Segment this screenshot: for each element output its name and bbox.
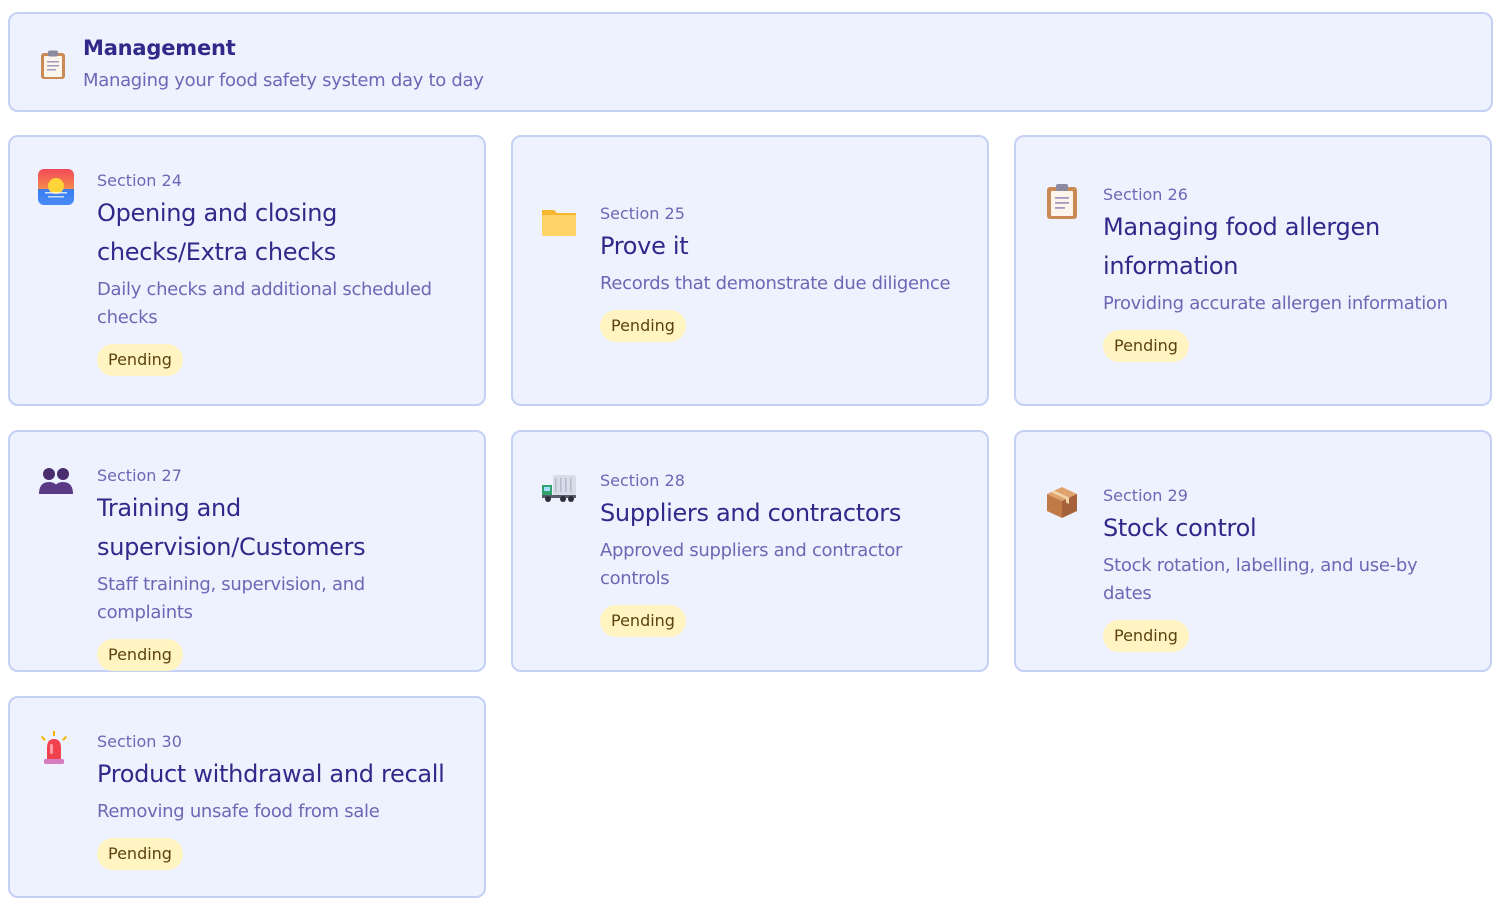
section-card-30[interactable]: Section 30 Product withdrawal and recall… — [8, 696, 486, 898]
section-card-27[interactable]: Section 27 Training and supervision/Cust… — [8, 430, 486, 672]
status-badge: Pending — [97, 344, 183, 376]
section-title: Stock control — [1103, 514, 1257, 542]
section-description: Providing accurate allergen information — [1103, 293, 1448, 314]
section-label: Section 24 — [97, 171, 182, 190]
status-badge: Pending — [1103, 620, 1189, 652]
section-label: Section 26 — [1103, 185, 1188, 204]
category-title: Management — [83, 36, 236, 60]
section-label: Section 27 — [97, 466, 182, 485]
section-card-26[interactable]: Section 26 Managing food allergen inform… — [1014, 135, 1492, 406]
status-badge: Pending — [600, 310, 686, 342]
people-icon — [39, 468, 73, 494]
section-title: Training and supervision/Customers — [97, 494, 366, 561]
section-card-25[interactable]: Section 25 Prove it Records that demonst… — [511, 135, 989, 406]
section-description: Staff training, supervision, and complai… — [97, 574, 365, 623]
status-badge: Pending — [600, 605, 686, 637]
section-card-24[interactable]: Section 24 Opening and closing checks/Ex… — [8, 135, 486, 406]
siren-icon — [40, 731, 68, 764]
section-title: Prove it — [600, 232, 689, 260]
section-title: Opening and closing checks/Extra checks — [97, 199, 338, 266]
section-label: Section 25 — [600, 204, 685, 223]
status-badge: Pending — [97, 639, 183, 671]
section-description: Removing unsafe food from sale — [97, 801, 380, 822]
section-label: Section 28 — [600, 471, 685, 490]
section-label: Section 29 — [1103, 486, 1188, 505]
folder-icon — [542, 210, 576, 236]
section-card-28[interactable]: Section 28 Suppliers and contractors App… — [511, 430, 989, 672]
category-subtitle: Managing your food safety system day to … — [83, 70, 484, 91]
section-title: Suppliers and contractors — [600, 499, 902, 527]
clipboard-icon — [1047, 184, 1077, 219]
package-icon — [1047, 487, 1077, 518]
section-description: Stock rotation, labelling, and use-by da… — [1103, 555, 1418, 604]
section-description: Approved suppliers and contractor contro… — [600, 540, 903, 589]
status-badge: Pending — [97, 838, 183, 870]
truck-icon — [542, 475, 576, 502]
section-description: Records that demonstrate due diligence — [600, 273, 951, 294]
section-title: Managing food allergen information — [1103, 213, 1380, 280]
section-title: Product withdrawal and recall — [97, 760, 445, 788]
status-badge: Pending — [1103, 330, 1189, 362]
clipboard-icon — [41, 50, 65, 79]
section-label: Section 30 — [97, 732, 182, 751]
sunrise-icon — [38, 169, 74, 205]
category-header: Management Managing your food safety sys… — [8, 12, 1493, 112]
section-description: Daily checks and additional scheduled ch… — [97, 279, 432, 328]
section-card-29[interactable]: Section 29 Stock control Stock rotation,… — [1014, 430, 1492, 672]
